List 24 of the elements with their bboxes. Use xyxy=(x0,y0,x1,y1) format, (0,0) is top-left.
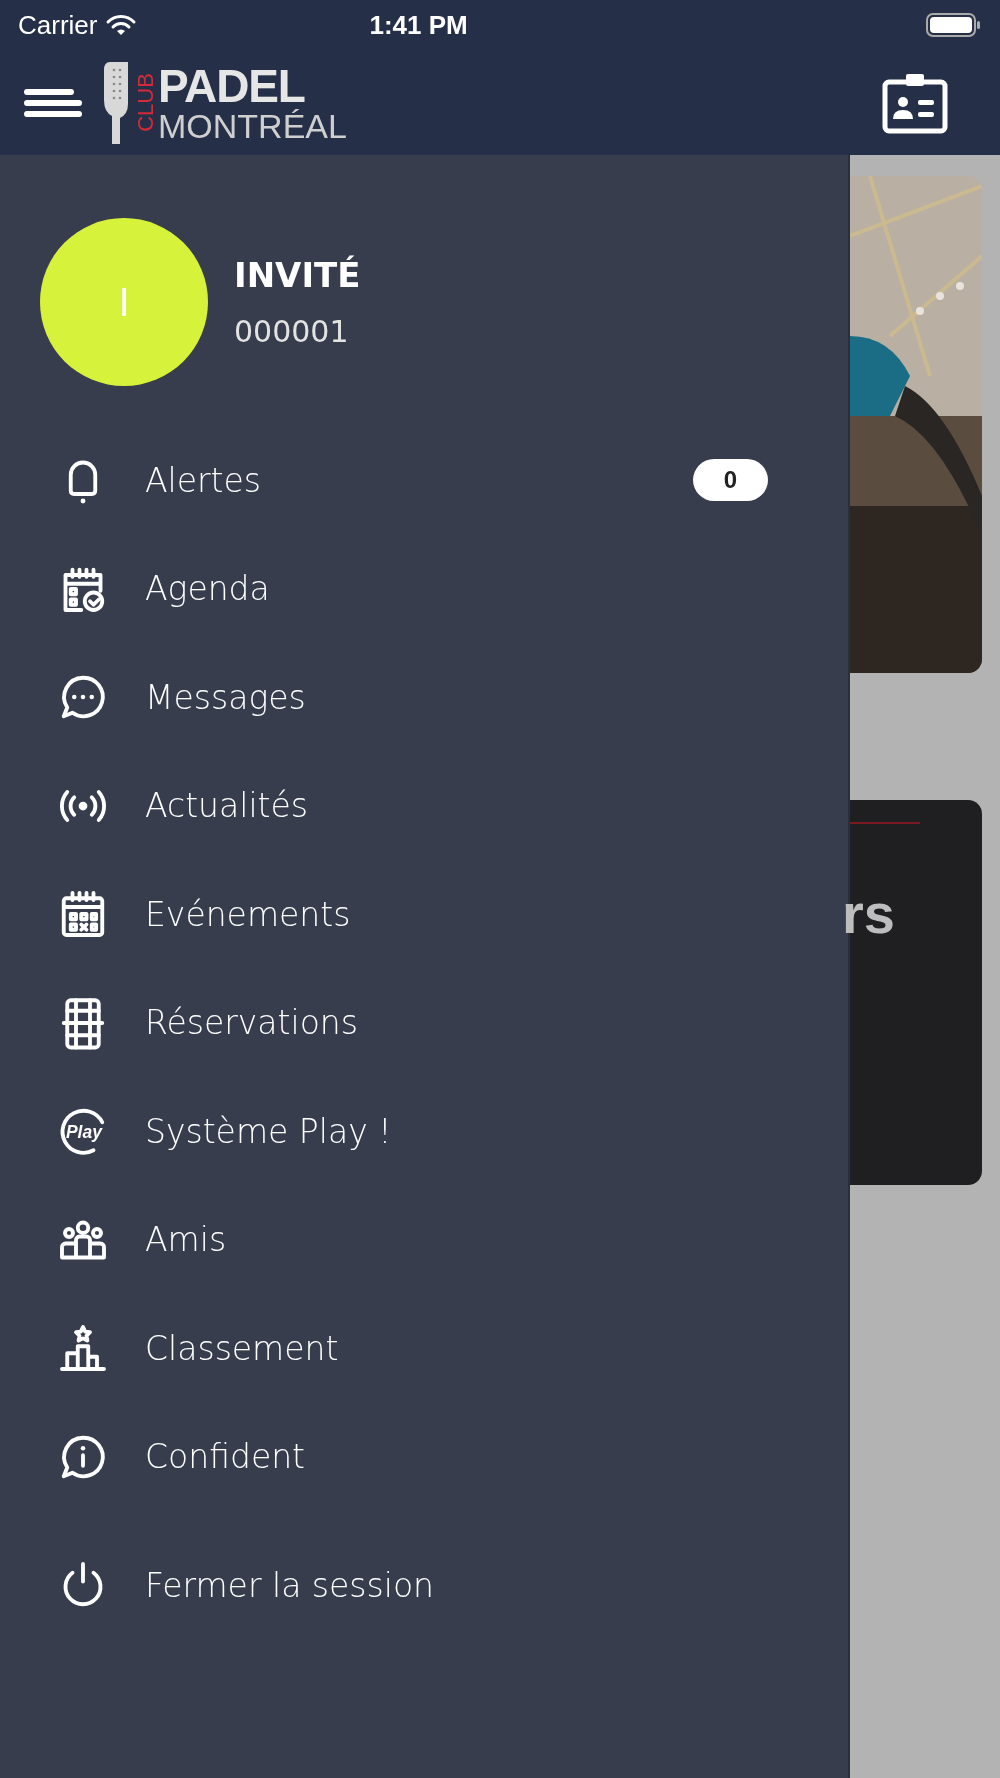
menu-item[interactable]: Fermer la session xyxy=(0,1531,848,1640)
wifi-icon xyxy=(105,13,138,37)
avatar-initial: I xyxy=(118,279,130,326)
menu-item[interactable]: Messages xyxy=(0,643,848,752)
logo-montreal: MONTRÉAL xyxy=(158,108,347,143)
battery-icon xyxy=(926,12,982,38)
logo-padel: PADEL xyxy=(158,62,305,109)
menu-item[interactable]: Confident xyxy=(0,1402,848,1511)
card-headline: rs xyxy=(842,881,896,947)
logo-club: CLUB xyxy=(132,72,158,134)
menu-item[interactable]: Agenda xyxy=(0,534,848,643)
menu-item[interactable]: Amis xyxy=(0,1185,848,1294)
menu-item[interactable]: Réservations xyxy=(0,968,848,1077)
id-card-button[interactable] xyxy=(882,71,948,134)
clock: 1:41 PM xyxy=(369,8,468,42)
count-badge: 0 xyxy=(693,459,768,502)
menu-item[interactable]: Classement xyxy=(0,1294,848,1403)
menu-item[interactable]: Play Système Play ! xyxy=(0,1077,848,1186)
carrier-label: Carrier xyxy=(18,8,98,42)
menu-item[interactable]: Alertes 0 xyxy=(0,426,848,535)
id-badge-icon xyxy=(882,71,948,134)
menu-item[interactable]: Actualités xyxy=(0,751,848,860)
user-name: INVITÉ xyxy=(234,254,361,297)
user-number: 000001 xyxy=(234,313,350,351)
